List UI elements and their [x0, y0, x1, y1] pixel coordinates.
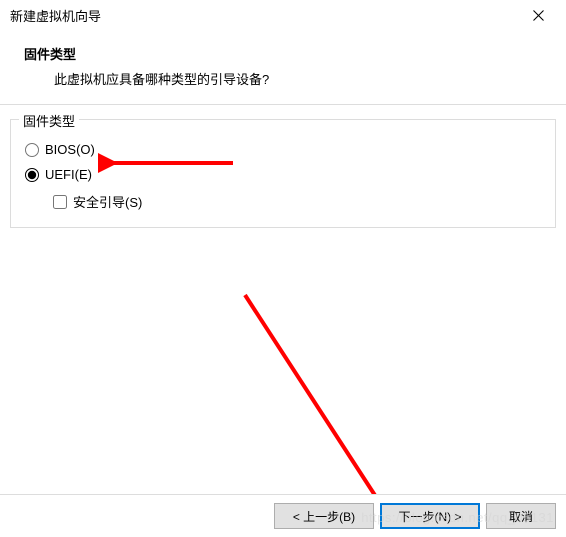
- checkbox-secure-boot-label: 安全引导(S): [73, 192, 142, 211]
- radio-bios-label: BIOS(O): [45, 142, 95, 157]
- firmware-type-group: 固件类型 BIOS(O) UEFI(E) 安全引导(S): [10, 119, 556, 228]
- radio-bios[interactable]: BIOS(O): [25, 142, 541, 157]
- title-bar: 新建虚拟机向导: [0, 0, 566, 30]
- group-legend: 固件类型: [19, 111, 79, 130]
- checkbox-secure-boot[interactable]: 安全引导(S): [53, 192, 541, 211]
- back-button[interactable]: < 上一步(B): [274, 503, 374, 529]
- wizard-header: 固件类型 此虚拟机应具备哪种类型的引导设备?: [0, 30, 566, 105]
- page-heading: 固件类型: [24, 44, 556, 63]
- annotation-arrow-2: [235, 290, 405, 510]
- page-subheading: 此虚拟机应具备哪种类型的引导设备?: [24, 69, 556, 88]
- radio-uefi[interactable]: UEFI(E): [25, 167, 541, 182]
- radio-uefi-label: UEFI(E): [45, 167, 92, 182]
- radio-uefi-input[interactable]: [25, 168, 39, 182]
- checkbox-secure-boot-input[interactable]: [53, 195, 67, 209]
- content-area: 固件类型 BIOS(O) UEFI(E) 安全引导(S): [0, 105, 566, 228]
- wizard-footer: < 上一步(B) 下一步(N) > 取消: [0, 494, 566, 537]
- window-title: 新建虚拟机向导: [10, 6, 101, 25]
- radio-bios-input[interactable]: [25, 143, 39, 157]
- close-icon: [533, 10, 544, 21]
- cancel-button[interactable]: 取消: [486, 503, 556, 529]
- close-button[interactable]: [518, 1, 558, 29]
- next-button[interactable]: 下一步(N) >: [380, 503, 480, 529]
